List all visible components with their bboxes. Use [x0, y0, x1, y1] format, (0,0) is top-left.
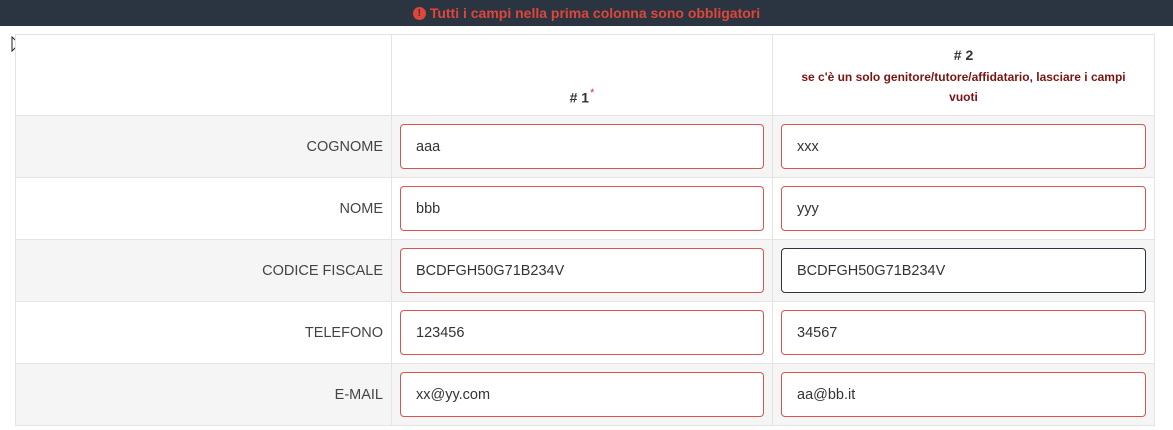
- telefono-input-1[interactable]: [400, 310, 764, 355]
- row-label-email: E-MAIL: [15, 363, 392, 426]
- warning-banner: ! Tutti i campi nella prima colonna sono…: [0, 0, 1173, 26]
- cognome-input-1[interactable]: [400, 124, 764, 169]
- table-row-nome: NOME: [15, 177, 1155, 240]
- row-label-nome: NOME: [15, 177, 392, 240]
- column-2-note: se c'è un solo genitore/tutore/affidatar…: [801, 70, 1126, 104]
- table-row-codice-fiscale: CODICE FISCALE: [15, 239, 1155, 302]
- cell-cognome-1: [391, 115, 773, 178]
- cognome-input-2[interactable]: [781, 124, 1146, 169]
- column-2-title: # 2: [953, 47, 974, 63]
- cell-email-2: [772, 363, 1155, 426]
- exclamation-circle-icon: !: [412, 6, 426, 20]
- warning-message: ! Tutti i campi nella prima colonna sono…: [412, 5, 761, 21]
- table-row-telefono: TELEFONO: [15, 301, 1155, 364]
- row-label-telefono: TELEFONO: [15, 301, 392, 364]
- email-input-2[interactable]: [781, 372, 1146, 417]
- telefono-input-2[interactable]: [781, 310, 1146, 355]
- cell-telefono-1: [391, 301, 773, 364]
- header-column-2: # 2 se c'è un solo genitore/tutore/affid…: [772, 34, 1155, 116]
- cell-nome-2: [772, 177, 1155, 240]
- table-header-row: # 1* # 2 se c'è un solo genitore/tutore/…: [15, 34, 1155, 116]
- row-label-codice-fiscale: CODICE FISCALE: [15, 239, 392, 302]
- cell-codice-fiscale-1: [391, 239, 773, 302]
- parents-form-table: # 1* # 2 se c'è un solo genitore/tutore/…: [15, 34, 1155, 426]
- column-1-title: # 1: [569, 89, 590, 105]
- cell-nome-1: [391, 177, 773, 240]
- email-input-1[interactable]: [400, 372, 764, 417]
- warning-text: Tutti i campi nella prima colonna sono o…: [429, 5, 761, 21]
- codice-fiscale-input-2[interactable]: [781, 248, 1146, 293]
- nome-input-1[interactable]: [400, 186, 764, 231]
- table-row-email: E-MAIL: [15, 363, 1155, 426]
- row-label-cognome: COGNOME: [15, 115, 392, 178]
- table-row-cognome: COGNOME: [15, 115, 1155, 178]
- cell-telefono-2: [772, 301, 1155, 364]
- codice-fiscale-input-1[interactable]: [400, 248, 764, 293]
- cell-codice-fiscale-2: [772, 239, 1155, 302]
- cell-email-1: [391, 363, 773, 426]
- header-column-1: # 1*: [391, 34, 773, 116]
- cell-cognome-2: [772, 115, 1155, 178]
- required-asterisk: *: [590, 86, 595, 99]
- header-empty-cell: [15, 34, 392, 116]
- nome-input-2[interactable]: [781, 186, 1146, 231]
